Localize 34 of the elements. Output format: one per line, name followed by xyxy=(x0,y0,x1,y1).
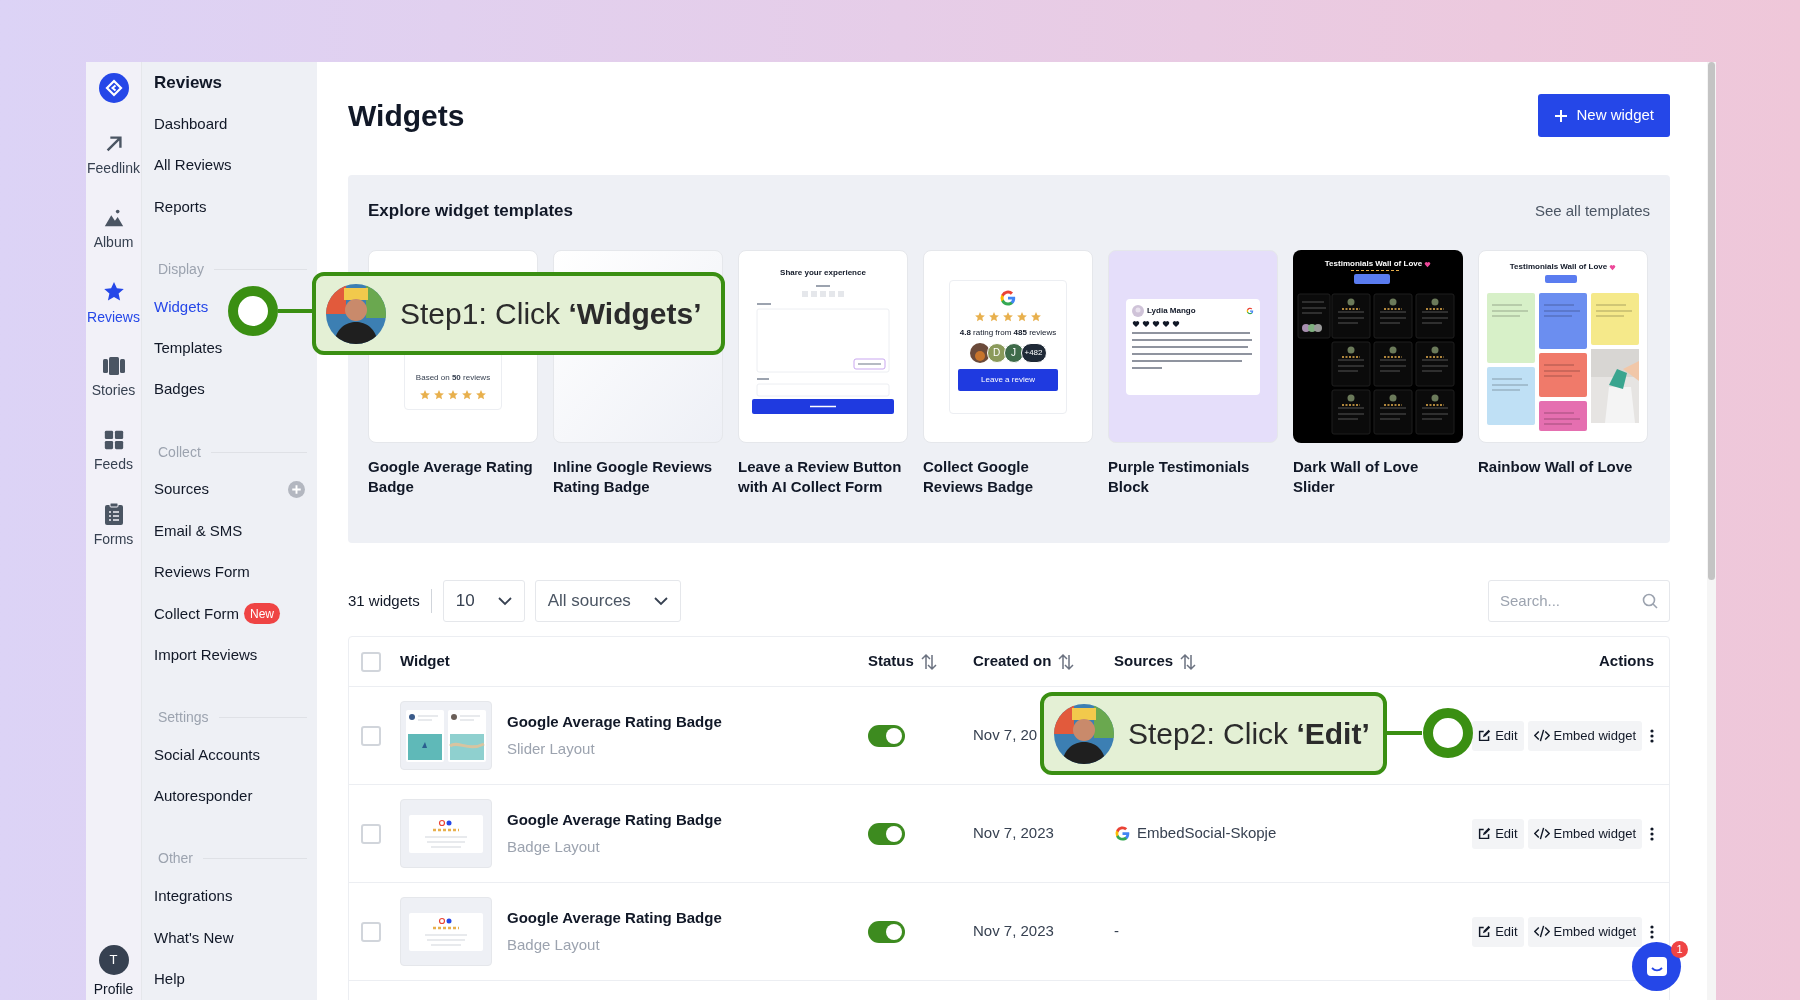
widget-layout: Slider Layout xyxy=(507,738,596,759)
callout-text: Step1: Click ‘Widgets’ xyxy=(400,296,702,332)
column-header: Widget xyxy=(400,651,450,672)
wall-title: Testimonials Wall of Love xyxy=(1324,258,1423,270)
avatar: D xyxy=(986,342,1007,363)
column-header: Actions xyxy=(1599,651,1654,672)
avatar: T xyxy=(98,945,129,975)
created-date: Nov 7, 2023 xyxy=(973,921,1055,942)
page-title: Widgets xyxy=(348,98,465,134)
section-title: Explore widget templates xyxy=(368,200,573,223)
section-heading: Collect xyxy=(158,442,201,462)
rating-text: 4.8 rating from 485 reviews xyxy=(959,326,1057,339)
column-header: Created on xyxy=(973,651,1052,672)
widget-layout: Badge Layout xyxy=(507,934,601,955)
section-heading: Other xyxy=(158,849,193,869)
widget-layout: Badge Layout xyxy=(507,836,601,857)
reviewer-name: Lydia Mango xyxy=(1147,304,1196,317)
avatar: J xyxy=(1003,342,1024,363)
callout-text: Step2: Click ‘Edit’ xyxy=(1128,716,1370,752)
widget-count: 31 widgets xyxy=(348,590,420,611)
created-date: Nov 7, 20 xyxy=(973,725,1039,746)
wall-title: Testimonials Wall of Love xyxy=(1509,261,1608,273)
rating-text: Based on 50 reviews xyxy=(415,372,491,384)
form-heading: Share your experience xyxy=(780,267,866,279)
created-date: Nov 7, 2023 xyxy=(973,823,1055,844)
section-heading: Display xyxy=(158,259,204,279)
source-name: - xyxy=(1114,921,1119,942)
new-badge: New xyxy=(244,603,281,625)
more-count: +482 xyxy=(1020,342,1047,363)
column-header: Sources xyxy=(1114,651,1174,672)
nav-title: Reviews xyxy=(154,71,224,94)
column-header: Status xyxy=(868,651,914,672)
section-heading: Settings xyxy=(158,708,209,728)
source-name: EmbedSocial-Skopje xyxy=(1137,823,1277,844)
